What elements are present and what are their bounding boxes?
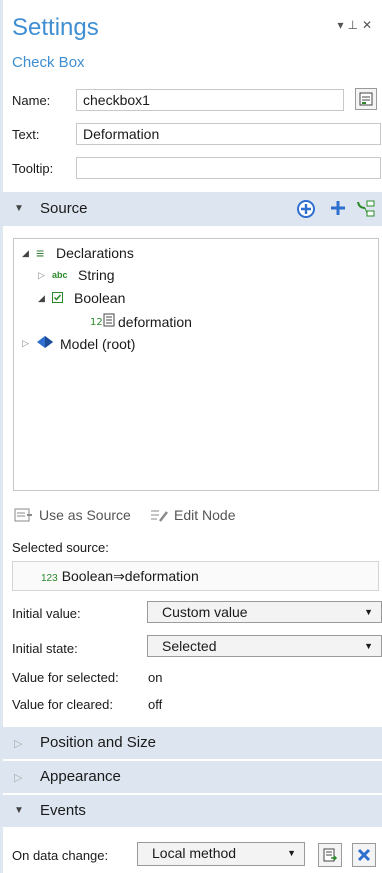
tree-label: String xyxy=(78,267,115,283)
delete-icon xyxy=(357,848,371,862)
source-tree[interactable]: ◢ ≡ Declarations ▷ abc String ◢ Boolean … xyxy=(13,238,379,491)
tree-label: Model (root) xyxy=(60,335,136,352)
initial-value-text: Custom value xyxy=(162,604,248,620)
remove-method-button[interactable] xyxy=(352,843,376,867)
variable-icon: 12 xyxy=(90,312,118,331)
page-subtitle: Check Box xyxy=(12,54,85,71)
plus-icon[interactable] xyxy=(330,200,346,219)
on-data-change-label: On data change: xyxy=(12,848,109,863)
value-selected-value: on xyxy=(148,670,163,685)
tree-item-boolean[interactable]: ◢ Boolean xyxy=(38,290,125,306)
source-section-header[interactable]: ▼ Source xyxy=(0,192,382,226)
use-as-source-label: Use as Source xyxy=(39,507,131,523)
position-size-section-header[interactable]: ▷ Position and Size xyxy=(0,727,382,759)
collapse-arrow-icon: ▼ xyxy=(14,805,24,816)
go-to-method-icon xyxy=(323,848,338,862)
selected-source-value: Boolean⇒deformation xyxy=(61,568,199,584)
value-selected-label: Value for selected: xyxy=(12,670,119,685)
selected-source-field: 123 Boolean⇒deformation xyxy=(12,561,379,591)
chevron-down-icon: ▼ xyxy=(287,848,296,858)
chevron-down-icon: ▼ xyxy=(364,607,373,617)
events-section-header[interactable]: ▼ Events xyxy=(0,795,382,827)
name-label: Name: xyxy=(12,93,51,108)
chevron-down-icon: ▼ xyxy=(364,641,373,651)
collapse-arrow-icon: ▼ xyxy=(14,203,24,214)
on-data-change-text: Local method xyxy=(152,845,237,861)
tree-item-deformation[interactable]: 12 deformation xyxy=(90,312,192,331)
collapsed-arrow-icon[interactable]: ▷ xyxy=(38,270,52,281)
initial-value-select[interactable]: Custom value ▼ xyxy=(147,601,382,623)
edit-node-button[interactable]: Edit Node xyxy=(150,507,235,523)
tooltip-label: Tooltip: xyxy=(12,161,54,176)
name-field[interactable]: checkbox1 xyxy=(76,89,344,111)
initial-state-label: Initial state: xyxy=(12,641,78,656)
section-label: Appearance xyxy=(40,768,121,785)
appearance-section-header[interactable]: ▷ Appearance xyxy=(0,761,382,793)
collapsed-arrow-icon: ▷ xyxy=(14,772,23,784)
section-label: Position and Size xyxy=(40,734,156,751)
model-icon xyxy=(36,335,60,352)
tree-item-model-root[interactable]: ▷ Model (root) xyxy=(22,335,135,352)
initial-state-text: Selected xyxy=(162,638,217,654)
text-field[interactable]: Deformation xyxy=(76,123,381,145)
list-icon: ≡ xyxy=(36,245,45,261)
page-title: Settings xyxy=(12,14,99,41)
on-data-change-select[interactable]: Local method ▼ xyxy=(137,842,305,866)
section-label: Source xyxy=(40,200,88,217)
dropdown-icon[interactable]: ▾ xyxy=(337,18,347,32)
initial-state-select[interactable]: Selected ▼ xyxy=(147,635,382,657)
use-as-source-icon xyxy=(14,508,32,522)
selected-source-label: Selected source: xyxy=(12,540,109,555)
checkbox-type-icon xyxy=(52,290,74,306)
tree-item-string[interactable]: ▷ abc String xyxy=(38,267,115,283)
value-cleared-label: Value for cleared: xyxy=(12,697,113,712)
window-controls: ▾⊥✕ xyxy=(337,18,376,32)
number-type-icon: 123 xyxy=(41,573,58,584)
expanded-arrow-icon[interactable]: ◢ xyxy=(22,248,36,259)
note-icon[interactable] xyxy=(355,88,377,110)
edit-node-label: Edit Node xyxy=(174,507,236,523)
expanded-arrow-icon[interactable]: ◢ xyxy=(38,293,52,304)
string-type-icon: abc xyxy=(52,270,68,280)
tree-item-declarations[interactable]: ◢ ≡ Declarations xyxy=(22,245,134,261)
collapsed-arrow-icon: ▷ xyxy=(14,738,23,750)
add-circle-icon[interactable] xyxy=(297,200,315,221)
edit-node-icon xyxy=(151,510,168,522)
tree-label: Boolean xyxy=(74,290,126,306)
tooltip-field[interactable] xyxy=(76,157,381,179)
section-label: Events xyxy=(40,802,86,819)
go-to-method-button[interactable] xyxy=(318,843,342,867)
initial-value-label: Initial value: xyxy=(12,606,81,621)
pin-icon[interactable]: ⊥ xyxy=(347,18,361,32)
use-as-source-button[interactable]: Use as Source xyxy=(14,507,131,523)
value-cleared-value: off xyxy=(148,697,163,712)
text-label: Text: xyxy=(12,127,40,142)
close-icon[interactable]: ✕ xyxy=(362,18,376,32)
collapsed-arrow-icon[interactable]: ▷ xyxy=(22,338,36,349)
tree-link-icon[interactable] xyxy=(355,198,377,223)
svg-text:12: 12 xyxy=(90,317,103,328)
tree-label: Declarations xyxy=(56,245,134,261)
tree-label: deformation xyxy=(118,313,192,330)
